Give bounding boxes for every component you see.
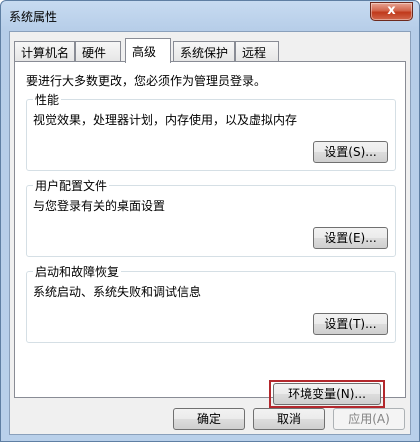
window-title: 系统属性 (9, 10, 58, 24)
cancel-button[interactable]: 取消 (253, 408, 325, 430)
close-icon: x (387, 3, 396, 18)
close-button[interactable]: x (370, 2, 413, 21)
ok-button[interactable]: 确定 (173, 408, 245, 430)
startup-recovery-group-title: 启动和故障恢复 (33, 263, 122, 280)
user-profiles-settings-button[interactable]: 设置(E)... (313, 227, 388, 249)
system-properties-window: 系统属性 x 计算机名 硬件 高级 系统保护 远程 要进行大多数更改，您必须作为… (0, 0, 420, 442)
tab-hardware[interactable]: 硬件 (75, 41, 121, 61)
apply-button[interactable]: 应用(A) (333, 408, 405, 430)
title-bar[interactable]: 系统属性 x (1, 1, 419, 31)
dialog-client-area: 计算机名 硬件 高级 系统保护 远程 要进行大多数更改，您必须作为管理员登录。 … (9, 31, 411, 435)
tab-remote[interactable]: 远程 (235, 41, 279, 61)
startup-recovery-description: 系统启动、系统失败和调试信息 (33, 285, 202, 299)
performance-group-title: 性能 (33, 91, 62, 108)
advanced-tab-panel: 要进行大多数更改，您必须作为管理员登录。 性能 视觉效果，处理器计划，内存使用，… (14, 61, 406, 408)
admin-notice: 要进行大多数更改，您必须作为管理员登录。 (26, 74, 267, 88)
performance-description: 视觉效果，处理器计划，内存使用，以及虚拟内存 (33, 113, 298, 127)
performance-settings-button[interactable]: 设置(S)... (313, 141, 388, 163)
startup-recovery-settings-button[interactable]: 设置(T)... (313, 313, 388, 335)
user-profiles-group-title: 用户配置文件 (33, 177, 110, 194)
tab-computer-name[interactable]: 计算机名 (14, 41, 75, 61)
tab-system-protection[interactable]: 系统保护 (173, 41, 235, 61)
user-profiles-description: 与您登录有关的桌面设置 (33, 199, 166, 213)
environment-variables-button[interactable]: 环境变量(N)... (273, 383, 381, 405)
user-profiles-group: 用户配置文件 与您登录有关的桌面设置 设置(E)... (26, 177, 396, 257)
tab-advanced[interactable]: 高级 (125, 38, 171, 63)
startup-recovery-group: 启动和故障恢复 系统启动、系统失败和调试信息 设置(T)... (26, 263, 396, 343)
performance-group: 性能 视觉效果，处理器计划，内存使用，以及虚拟内存 设置(S)... (26, 91, 396, 171)
